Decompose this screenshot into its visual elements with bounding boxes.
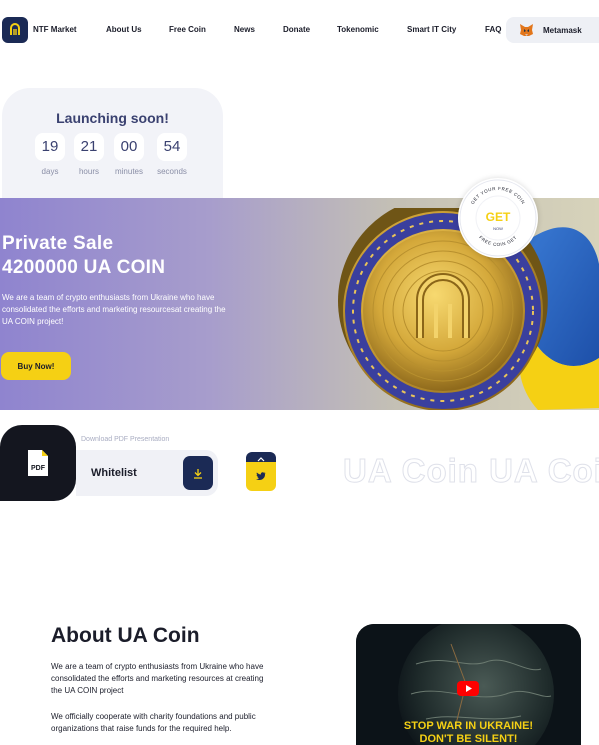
- nav-faq[interactable]: FAQ: [485, 25, 501, 34]
- nav-smart-it-city[interactable]: Smart IT City: [407, 25, 456, 34]
- twitter-icon: [256, 472, 266, 481]
- ua-coin-marquee: UA Coin UA Coin: [342, 452, 599, 490]
- countdown-days-label: days: [41, 167, 59, 176]
- nav-about-us[interactable]: About Us: [106, 25, 142, 34]
- countdown-hours: 21 hours: [71, 133, 107, 176]
- download-icon: [194, 468, 202, 479]
- countdown-minutes-label: minutes: [114, 167, 143, 176]
- countdown-seconds-value: 54: [157, 133, 187, 161]
- whitelist-label: Whitelist: [91, 467, 137, 479]
- pdf-icon-text: PDF: [31, 465, 46, 472]
- badge-now-text: NOW: [493, 226, 503, 231]
- countdown-seconds: 54 seconds: [154, 133, 190, 176]
- top-navigation: NTF Market About Us Free Coin News Donat…: [0, 0, 599, 60]
- youtube-play-icon[interactable]: [457, 681, 479, 696]
- whitelist-download-button[interactable]: [183, 456, 213, 490]
- countdown-hours-value: 21: [74, 133, 104, 161]
- nav-news[interactable]: News: [234, 25, 255, 34]
- brand-name[interactable]: NTF Market: [33, 25, 77, 34]
- twitter-link[interactable]: [246, 462, 276, 491]
- countdown-days-value: 19: [35, 133, 65, 161]
- get-free-coin-badge[interactable]: GET NOW GET YOUR FREE COIN FREE COIN GET: [458, 178, 538, 258]
- metamask-fox-icon: [520, 24, 533, 36]
- countdown-seconds-label: seconds: [157, 167, 187, 176]
- about-title: About UA Coin: [51, 624, 200, 647]
- hero-title-line2: 4200000 UA COIN: [2, 257, 166, 278]
- countdown-hours-label: hours: [78, 167, 99, 176]
- about-paragraph-2: We officially cooperate with charity fou…: [51, 712, 256, 733]
- metamask-label: Metamask: [543, 25, 582, 35]
- hero-title: Private Sale 4200000 UA COIN: [2, 232, 165, 280]
- nav-free-coin[interactable]: Free Coin: [169, 25, 206, 34]
- ua-logo-icon: [10, 23, 20, 35]
- countdown-title: Launching soon!: [56, 110, 169, 126]
- buy-now-button[interactable]: Buy Now!: [1, 352, 71, 380]
- metamask-connect-button[interactable]: Metamask: [506, 17, 599, 43]
- hero-description: We are a team of crypto enthusiasts from…: [2, 293, 226, 326]
- hero-title-line1: Private Sale: [2, 233, 114, 254]
- get-now-badge-graphic: GET NOW GET YOUR FREE COIN FREE COIN GET: [459, 179, 537, 257]
- badge-get-text: GET: [486, 210, 511, 224]
- nav-donate[interactable]: Donate: [283, 25, 310, 34]
- video-line-2: DON'T BE SILENT!: [419, 733, 518, 745]
- whitelist-card: Whitelist: [76, 450, 218, 496]
- countdown-minutes: 00 minutes: [111, 133, 147, 176]
- pdf-file-icon: PDF: [28, 450, 48, 476]
- countdown-minutes-value: 00: [114, 133, 144, 161]
- pdf-download-caption[interactable]: Download PDF Presentation: [81, 436, 169, 443]
- countdown-days: 19 days: [32, 133, 68, 176]
- about-paragraph-1: We are a team of crypto enthusiasts from…: [51, 662, 264, 695]
- launch-countdown: Launching soon! 19 days 21 hours 00 minu…: [2, 88, 223, 198]
- stop-war-video[interactable]: STOP WAR IN UKRAINE! DON'T BE SILENT!: [356, 624, 581, 745]
- chevron-up-icon: [257, 456, 265, 461]
- video-line-1: STOP WAR IN UKRAINE!: [403, 720, 534, 732]
- pdf-presentation-tile[interactable]: PDF: [0, 425, 76, 501]
- logo[interactable]: [2, 17, 28, 43]
- nav-tokenomic[interactable]: Tokenomic: [337, 25, 379, 34]
